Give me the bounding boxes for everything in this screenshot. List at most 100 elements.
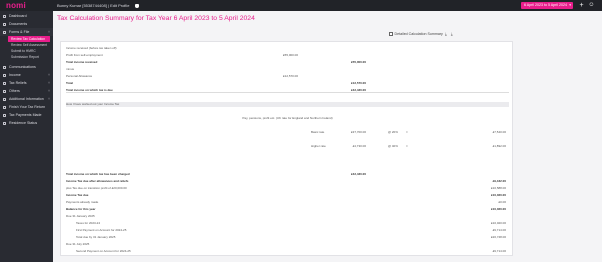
calc-col2: £42,430.00 xyxy=(350,88,366,92)
calc-col5: £10,020.00 xyxy=(490,221,506,225)
calc-row xyxy=(66,137,509,142)
calc-row xyxy=(66,95,509,100)
calc-row: Income Tax due £10,020.00 xyxy=(66,193,509,198)
sidebar-item-tax-payments-made[interactable]: Tax Payments Made xyxy=(0,111,53,119)
calc-label: Total income on which tax is due xyxy=(66,88,113,92)
calc-col2: £4,730.00 xyxy=(352,144,366,148)
calc-row: Due 31 January 2025 xyxy=(66,214,509,219)
calc-label: Profit from self-employment xyxy=(66,53,103,57)
tax-reliefs-icon xyxy=(3,81,6,85)
payments-icon xyxy=(3,113,6,117)
calc-col5: £9,432.00 xyxy=(492,179,506,183)
sidebar-item-finish-tax-return[interactable]: Finish Your Tax Return xyxy=(0,103,53,111)
chevron-down-icon: ˅ xyxy=(47,89,50,93)
calc-label: Payments already made xyxy=(66,200,99,204)
calc-row: Profit from self-employment £55,000.00 xyxy=(66,53,509,58)
calc-label: Income received (before tax taken off) xyxy=(66,46,117,50)
calc-col2: £12,570.00 xyxy=(350,81,366,85)
calc-row: Higher rate £4,730.00 @ 40% = £1,892.00 xyxy=(66,144,509,149)
add-icon[interactable]: + xyxy=(578,2,585,9)
sidebar-item-tax-reliefs[interactable]: Tax Reliefs ˅ xyxy=(0,79,53,87)
calc-col5: £0.00 xyxy=(498,200,506,204)
calc-label: Income Tax due xyxy=(66,193,89,197)
calc-col2: £37,700.00 xyxy=(350,130,366,134)
sidebar-item-additional-information[interactable]: Additional Information ˅ xyxy=(0,95,53,103)
calc-col5: £9,714.00 xyxy=(492,249,506,253)
tax-calculation-card: Income received (before tax taken off) Pr… xyxy=(60,41,513,256)
chevron-down-icon: ▾ xyxy=(569,3,571,7)
sidebar-item-forms-file[interactable]: Forms & File ˄ xyxy=(0,28,53,36)
page-title: Tax Calculation Summary for Tax Year 6 A… xyxy=(57,15,255,22)
sidebar-item-documents[interactable]: Documents xyxy=(0,20,53,28)
chevron-down-icon: ˅ xyxy=(47,81,50,85)
sidebar-item-others[interactable]: Others ˅ xyxy=(0,87,53,95)
calc-row: minus xyxy=(66,67,509,72)
communications-icon xyxy=(3,65,6,69)
sidebar: Dashboard Documents Forms & File ˄ Review… xyxy=(0,11,53,262)
calc-label: Total income on which tax has been charg… xyxy=(66,172,130,176)
calc-row: Due 31 July 2025 xyxy=(66,242,509,247)
detailed-summary-checkbox[interactable] xyxy=(389,32,393,36)
calc-label: Total income received xyxy=(66,60,98,64)
app-logo: nomi xyxy=(6,1,26,10)
calc-label: minus xyxy=(66,67,75,71)
calc-col4: = xyxy=(406,144,408,148)
calc-row: Taxes for 2023-24 £10,020.00 xyxy=(66,221,509,226)
info-icon xyxy=(3,97,6,101)
calc-label: Total due by 31 January 2025 xyxy=(76,235,116,239)
calc-label: Taxes for 2023-24 xyxy=(76,221,101,225)
calc-label: Due 31 January 2025 xyxy=(66,214,95,218)
calc-row: Total income on which tax has been charg… xyxy=(66,172,509,177)
calc-col2: £42,430.00 xyxy=(350,172,366,176)
calc-row: Income Tax due after allowances and reli… xyxy=(66,179,509,184)
calc-col4: = xyxy=(406,130,408,134)
calc-row: Payments already made £0.00 xyxy=(66,200,509,205)
calc-row xyxy=(66,165,509,170)
calc-row: Balance for this year £10,020.00 xyxy=(66,207,509,212)
calc-row xyxy=(66,158,509,163)
calc-label: How I have worked out your Income Tax xyxy=(66,102,120,106)
calc-row: Pay, pensions, profit etc. (UK rate for … xyxy=(66,116,509,121)
user-icon[interactable]: ☺ xyxy=(588,2,595,9)
detailed-summary-toggle[interactable]: Detailed Calculation Summary xyxy=(389,32,443,36)
calc-row xyxy=(66,109,509,114)
tax-year-value: 6 April 2023 to 5 April 2024 xyxy=(524,3,567,7)
calc-label: First Payment on Account for 2024-25 xyxy=(76,228,127,232)
calc-center: Pay, pensions, profit etc. (UK rate for … xyxy=(242,116,333,120)
calc-col1: £12,570.00 xyxy=(282,74,298,78)
calc-row: Basic rate £37,700.00 @ 20% = £7,540.00 xyxy=(66,130,509,135)
notification-icon[interactable] xyxy=(134,4,139,8)
income-icon xyxy=(3,73,6,77)
calc-row: How I have worked out your Income Tax xyxy=(66,102,509,107)
others-icon xyxy=(3,89,6,93)
chevron-down-icon: ˅ xyxy=(47,97,50,101)
top-bar: nomi Bunny Kumar [5538744408] | Edit Pro… xyxy=(0,0,602,11)
sidebar-item-dashboard[interactable]: Dashboard xyxy=(0,12,53,20)
calc-row: Personal Allowance £12,570.00 xyxy=(66,74,509,79)
calc-col5: £1,892.00 xyxy=(492,144,506,148)
sidebar-item-income[interactable]: Income ˅ xyxy=(0,71,53,79)
calc-col5: £20,748.00 xyxy=(490,235,506,239)
chevron-down-icon: ˅ xyxy=(47,73,50,77)
sidebar-item-communications[interactable]: Communications xyxy=(0,63,53,71)
print-icon[interactable]: ⤓ xyxy=(451,31,453,36)
chevron-up-icon: ˄ xyxy=(47,30,50,34)
calc-row: Total income received £55,000.00 xyxy=(66,60,509,65)
calc-col5: £10,020.00 xyxy=(490,207,506,211)
finish-icon xyxy=(3,105,6,109)
tax-year-select[interactable]: 6 April 2023 to 5 April 2024 ▾ xyxy=(521,2,573,9)
calc-label: Balance for this year xyxy=(66,207,96,211)
user-info[interactable]: Bunny Kumar [5538744408] | Edit Profile xyxy=(57,3,139,8)
calc-col5: £10,588.00 xyxy=(490,186,506,190)
sidebar-item-residence-status[interactable]: Residence Status xyxy=(0,119,53,127)
calc-label: Due 31 July 2025 xyxy=(66,242,90,246)
download-icon[interactable]: ⤓ xyxy=(445,31,447,36)
calc-col5: £10,020.00 xyxy=(490,193,506,197)
detailed-summary-label: Detailed Calculation Summary xyxy=(394,32,443,36)
user-text[interactable]: Bunny Kumar [5538744408] | Edit Profile xyxy=(57,3,129,8)
calc-col1: Higher rate xyxy=(311,144,326,148)
calc-col3: @ 20% xyxy=(388,130,398,134)
calc-col2: £55,000.00 xyxy=(350,60,366,64)
calc-label: Income Tax due after allowances and reli… xyxy=(66,179,129,183)
calc-label: Personal Allowance xyxy=(66,74,93,78)
